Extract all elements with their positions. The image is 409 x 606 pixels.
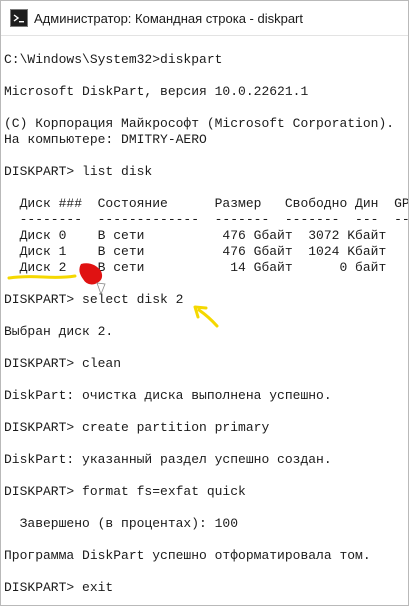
console-output[interactable]: C:\Windows\System32>diskpart Microsoft Di…	[1, 36, 408, 605]
console-line: DiskPart: указанный раздел успешно созда…	[4, 452, 332, 467]
title-bar[interactable]: Администратор: Командная строка - diskpa…	[1, 1, 408, 36]
console-line: DISKPART> list disk	[4, 164, 153, 179]
console-line: Диск ### Состояние Размер Свободно Дин G…	[4, 196, 408, 211]
console-line: Выбран диск 2.	[4, 324, 114, 339]
console-line: C:\Windows\System32>diskpart	[4, 52, 223, 67]
console-line: Диск 1 В сети 476 Gбайт 1024 Kбайт	[4, 244, 387, 259]
console-line: DISKPART> exit	[4, 580, 114, 595]
console-line: Завершено (в процентах): 100	[4, 516, 239, 531]
console-line: На компьютере: DMITRY-AERO	[4, 132, 207, 147]
console-line: DiskPart: очистка диска выполнена успешн…	[4, 388, 332, 403]
console-line: Microsoft DiskPart, версия 10.0.22621.1	[4, 84, 309, 99]
console-line: Диск 2 В сети 14 Gбайт 0 байт	[4, 260, 387, 275]
console-line: DISKPART> format fs=exfat quick	[4, 484, 246, 499]
console-line: -------- ------------- ------- ------- -…	[4, 212, 408, 227]
window-title: Администратор: Командная строка - diskpa…	[34, 10, 304, 26]
console-line: (C) Корпорация Майкрософт (Microsoft Cor…	[4, 116, 395, 131]
console-line: Программа DiskPart успешно отформатирова…	[4, 548, 371, 563]
console-icon	[10, 9, 28, 27]
console-line: Диск 0 В сети 476 Gбайт 3072 Kбайт	[4, 228, 387, 243]
command-prompt-window: Администратор: Командная строка - diskpa…	[0, 0, 409, 606]
console-line: DISKPART> create partition primary	[4, 420, 270, 435]
console-line: DISKPART> select disk 2	[4, 292, 184, 307]
console-line: DISKPART> clean	[4, 356, 122, 371]
